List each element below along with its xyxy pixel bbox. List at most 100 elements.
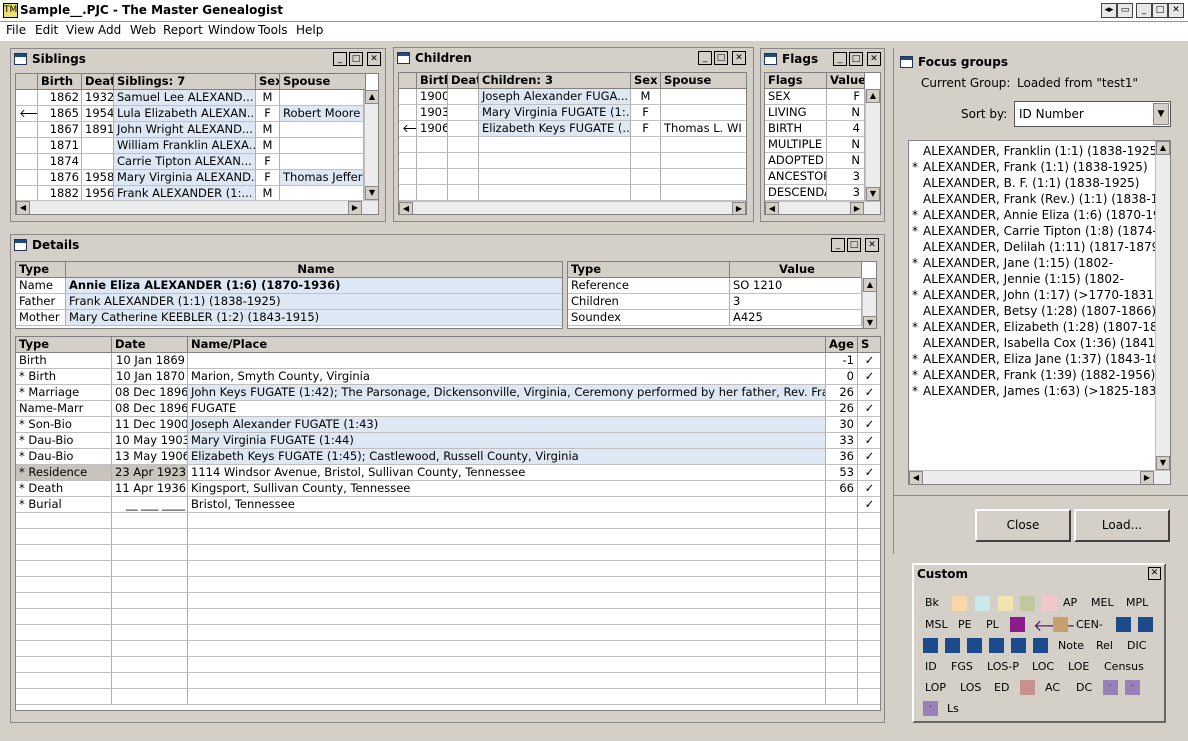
empty-cell[interactable] <box>16 561 112 577</box>
close-button[interactable]: Close <box>975 509 1071 542</box>
flag-value-cell[interactable]: N <box>827 153 865 169</box>
empty-row[interactable] <box>16 545 880 561</box>
event-age-cell[interactable]: 33 <box>826 433 858 449</box>
vertical-scrollbar[interactable]: ▲ ▼ <box>364 90 378 200</box>
spouse-cell[interactable]: Thomas L. WI <box>661 121 746 137</box>
event-row[interactable]: Name-Marr 08 Dec 1896 FUGATE 26 ✓ <box>16 401 880 417</box>
empty-row[interactable] <box>16 657 880 673</box>
load-button[interactable]: Load... <box>1074 509 1170 542</box>
col-type[interactable]: Type <box>16 262 66 278</box>
focus-list-item[interactable]: ALEXANDER, Isabella Cox (1:36) (1841-19 <box>909 335 1170 351</box>
empty-cell[interactable] <box>661 169 746 185</box>
empty-cell[interactable] <box>826 657 858 673</box>
event-date-cell[interactable]: 11 Dec 1900 <box>112 417 188 433</box>
cen-button[interactable]: CEN- <box>1076 618 1103 631</box>
events-grid[interactable]: Type Date Name/Place Age S Birth 10 Jan 1… <box>15 336 881 711</box>
focus-item-text[interactable]: ALEXANDER, Jennie (1:15) (1802- <box>923 271 1124 287</box>
note-button[interactable]: Note <box>1058 639 1084 652</box>
sex-cell[interactable]: M <box>631 89 661 105</box>
empty-cell[interactable] <box>16 529 112 545</box>
empty-cell[interactable] <box>826 529 858 545</box>
dic-button[interactable]: DIC <box>1127 639 1146 652</box>
minimize-icon[interactable]: _ <box>698 51 712 65</box>
menu-window[interactable]: Window <box>208 23 255 37</box>
empty-cell[interactable] <box>399 185 417 201</box>
empty-cell[interactable] <box>417 137 448 153</box>
dc-button[interactable]: DC <box>1076 681 1092 694</box>
cyan-swatch-button[interactable] <box>975 596 990 611</box>
navy-swatch-button[interactable] <box>1033 638 1048 653</box>
name-cell[interactable]: Carrie Tipton ALEXAN... <box>114 154 256 170</box>
empty-cell[interactable] <box>631 185 661 201</box>
scroll-down-icon[interactable]: ▼ <box>863 316 876 328</box>
focus-item-text[interactable]: ALEXANDER, Frank (1:39) (1882-1956) <box>923 367 1155 383</box>
mel-button[interactable]: MEL <box>1091 596 1114 609</box>
rose-swatch-button[interactable] <box>1020 680 1035 695</box>
birth-cell[interactable]: 1876 <box>38 170 82 186</box>
sex-cell[interactable]: F <box>256 170 280 186</box>
event-type-cell[interactable]: Name-Marr <box>16 401 112 417</box>
name-cell[interactable]: Elizabeth Keys FUGATE (... <box>479 121 631 137</box>
empty-cell[interactable] <box>188 641 826 657</box>
maximize-icon[interactable]: □ <box>714 51 728 65</box>
empty-row[interactable] <box>16 513 880 529</box>
horizontal-scrollbar[interactable]: ◀ ▶ <box>765 201 880 214</box>
fgs-button[interactable]: FGS <box>951 660 973 673</box>
menu-view[interactable]: View <box>66 23 94 37</box>
empty-row[interactable] <box>16 673 880 689</box>
empty-cell[interactable] <box>858 609 880 625</box>
scroll-up-icon[interactable]: ▲ <box>866 89 880 103</box>
rel-button[interactable]: Rel <box>1096 639 1113 652</box>
focus-list-item[interactable]: ALEXANDER, Delilah (1:11) (1817-1879) <box>909 239 1164 255</box>
navy-swatch-button[interactable] <box>967 638 982 653</box>
event-sure-cell[interactable]: ✓ <box>858 481 880 497</box>
scroll-left-icon[interactable]: ◀ <box>16 201 30 214</box>
empty-cell[interactable] <box>16 657 112 673</box>
empty-row[interactable] <box>16 609 880 625</box>
name-type-cell[interactable]: Father <box>16 294 66 310</box>
empty-cell[interactable] <box>826 561 858 577</box>
empty-cell[interactable] <box>188 577 826 593</box>
event-date-cell[interactable]: 23 Apr 1923 <box>112 465 188 481</box>
birth-cell[interactable]: 1906 <box>417 121 448 137</box>
focus-item-text[interactable]: ALEXANDER, Frank (Rev.) (1:1) (1838-192 <box>923 191 1170 207</box>
menu-add[interactable]: Add <box>98 23 121 37</box>
ac-button[interactable]: AC <box>1045 681 1060 694</box>
empty-cell[interactable] <box>858 673 880 689</box>
focus-item-text[interactable]: ALEXANDER, Frank (1:1) (1838-1925) <box>923 159 1148 175</box>
sex-cell[interactable]: F <box>256 154 280 170</box>
empty-cell[interactable] <box>858 657 880 673</box>
sage-swatch-button[interactable] <box>1020 596 1035 611</box>
focus-list-item[interactable]: * ALEXANDER, Carrie Tipton (1:8) (1874- <box>909 223 1157 239</box>
menu-file[interactable]: File <box>6 23 26 37</box>
empty-cell[interactable] <box>826 545 858 561</box>
maximize-icon[interactable]: □ <box>847 238 861 252</box>
event-date-cell[interactable]: 08 Dec 1896 <box>112 401 188 417</box>
event-date-cell[interactable]: 08 Dec 1896 <box>112 385 188 401</box>
vertical-scrollbar[interactable]: ▲ ▼ <box>1155 141 1170 470</box>
name-type-cell[interactable]: Name <box>16 278 66 294</box>
ref-value-cell[interactable]: A425 <box>730 310 862 326</box>
loe-button[interactable]: LOE <box>1068 660 1089 673</box>
spouse-cell[interactable] <box>280 122 364 138</box>
empty-cell[interactable] <box>112 641 188 657</box>
empty-row[interactable] <box>16 641 880 657</box>
close-window-button[interactable]: ✕ <box>1168 3 1184 18</box>
name-cell[interactable]: Mary Virginia ALEXAND... <box>114 170 256 186</box>
event-date-cell[interactable]: 10 Jan 1870 <box>112 369 188 385</box>
empty-cell[interactable] <box>858 529 880 545</box>
empty-cell[interactable] <box>188 513 826 529</box>
col-type[interactable]: Type <box>568 262 730 278</box>
event-age-cell[interactable] <box>826 497 858 513</box>
focus-list[interactable]: ALEXANDER, Franklin (1:1) (1838-1925) * AL… <box>908 140 1171 485</box>
navy-swatch-button[interactable] <box>945 638 960 653</box>
lop-button[interactable]: LOP <box>925 681 946 694</box>
msl-button[interactable]: MSL <box>925 618 948 631</box>
navy-swatch-button[interactable] <box>923 638 938 653</box>
event-type-cell[interactable]: * Residence <box>16 465 112 481</box>
name-cell[interactable]: Samuel Lee ALEXAND... <box>114 90 256 106</box>
mpl-button[interactable]: MPL <box>1126 596 1148 609</box>
scroll-down-icon[interactable]: ▼ <box>1156 456 1170 470</box>
empty-cell[interactable] <box>112 673 188 689</box>
reference-grid[interactable]: Type Value Reference SO 1210 Children 3 Soun… <box>567 261 877 329</box>
